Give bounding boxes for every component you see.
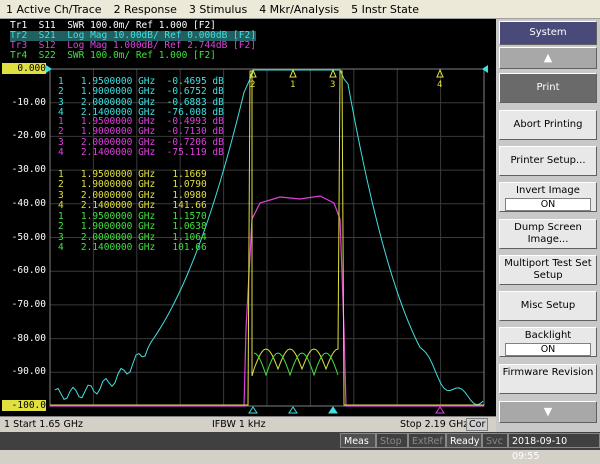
menu-item-5[interactable]: 5 Instr State <box>345 3 425 16</box>
ready-indicator: Ready <box>446 433 482 448</box>
extref-indicator: ExtRef <box>408 433 446 448</box>
dump-screen-image-button[interactable]: Dump Screen Image... <box>499 219 597 249</box>
y-axis-label: -30.00 <box>11 164 46 176</box>
firmware-revision-button[interactable]: Firmware Revision <box>499 364 597 394</box>
svc-indicator: Svc <box>482 433 508 448</box>
y-axis-label: -60.00 <box>11 265 46 277</box>
marker-readout-row: 2 1.9000000 GHz -0.7130 dB <box>58 126 224 138</box>
trace-header-4[interactable]: Tr4 S22 SWR 100.0m/ Ref 1.000 [F2] <box>10 51 216 61</box>
marker-readout-row: 4 2.1400000 GHz -75.119 dB <box>58 146 224 158</box>
scroll-up-button[interactable]: ▲ <box>499 47 597 69</box>
chevron-up-icon: ▲ <box>543 51 553 64</box>
printer-setup-button[interactable]: Printer Setup... <box>499 146 597 176</box>
marker-m1-icon[interactable] <box>289 68 297 78</box>
stimulus-marker-icon[interactable] <box>288 406 298 414</box>
stop-frequency: Stop 2.19 GHz <box>400 419 469 430</box>
marker-readout-row: 2 1.9000000 GHz 1.0790 <box>58 179 207 191</box>
ifbw-label: IFBW 1 kHz <box>212 419 266 430</box>
marker-m3-icon[interactable] <box>329 68 337 78</box>
backlight-label: Backlight <box>524 330 572 341</box>
misc-setup-button[interactable]: Misc Setup <box>499 291 597 321</box>
y-axis-label: 0.000 <box>2 63 46 74</box>
marker-readout-row: 2 1.9000000 GHz 1.0638 <box>58 221 207 233</box>
y-axis-label: -20.00 <box>11 130 46 142</box>
start-frequency: 1 Start 1.65 GHz <box>4 419 83 430</box>
abort-printing-button[interactable]: Abort Printing <box>499 110 597 140</box>
softkey-panel: System ▲ Print Abort Printing Printer Se… <box>496 19 600 432</box>
stimulus-marker-icon[interactable] <box>248 406 258 414</box>
analyzer-display: 1234 Tr1 S11 SWR 100.0m/ Ref 1.000 [F2] T… <box>0 19 496 416</box>
backlight-value: ON <box>505 343 591 356</box>
meas-indicator: Meas <box>340 433 376 448</box>
y-axis-label: -90.00 <box>11 366 46 378</box>
y-axis-label: -50.00 <box>11 231 46 243</box>
stop-indicator: Stop <box>376 433 408 448</box>
instrument-status-bar: Meas Stop ExtRef Ready Svc 2018-09-10 09… <box>0 432 600 462</box>
marker-readout-row: 2 1.9000000 GHz -0.6752 dB <box>58 86 224 98</box>
datetime: 2018-09-10 09:55 <box>508 433 600 462</box>
ref-arrow-left-icon <box>46 65 52 73</box>
marker-label: 2 <box>250 80 255 90</box>
y-axis-label: -10.00 <box>11 96 46 108</box>
chevron-down-icon: ▼ <box>543 405 553 418</box>
menu-item-3[interactable]: 3 Stimulus <box>183 3 253 16</box>
marker-readout-row: 4 2.1400000 GHz 101.66 <box>58 241 207 253</box>
scroll-down-button[interactable]: ▼ <box>499 401 597 423</box>
y-axis-label: -80.00 <box>11 332 46 344</box>
marker-label: 4 <box>437 80 442 90</box>
menu-item-2[interactable]: 2 Response <box>108 3 183 16</box>
menu-item-4[interactable]: 4 Mkr/Analysis <box>253 3 345 16</box>
stimulus-marker-icon[interactable] <box>328 406 338 414</box>
y-axis-label: -100.0 <box>2 400 46 411</box>
invert-image-button[interactable]: Invert Image ON <box>499 182 597 212</box>
invert-image-value: ON <box>505 198 591 211</box>
menu-item-1[interactable]: 1 Active Ch/Trace <box>0 3 108 16</box>
marker-label: 1 <box>290 80 295 90</box>
marker-label: 3 <box>330 80 335 90</box>
print-button[interactable]: Print <box>499 73 597 103</box>
marker-readout-row: 4 2.1400000 GHz 141.66 <box>58 199 207 211</box>
invert-image-label: Invert Image <box>516 185 580 196</box>
channel-status-bar: 1 Start 1.65 GHz IFBW 1 kHz Stop 2.19 GH… <box>0 416 496 433</box>
ref-arrow-right-icon <box>482 65 488 73</box>
backlight-button[interactable]: Backlight ON <box>499 327 597 357</box>
marker-m4-icon[interactable] <box>436 68 444 78</box>
softkey-title: System <box>499 21 597 45</box>
correction-badge[interactable]: Cor <box>466 418 489 431</box>
menu-bar: 1 Active Ch/Trace 2 Response 3 Stimulus 4 M… <box>0 0 600 19</box>
y-axis-label: -40.00 <box>11 197 46 209</box>
multiport-test-set-setup-button[interactable]: Multiport Test Set Setup <box>499 255 597 285</box>
stimulus-marker-icon[interactable] <box>435 406 445 414</box>
y-axis-label: -70.00 <box>11 298 46 310</box>
